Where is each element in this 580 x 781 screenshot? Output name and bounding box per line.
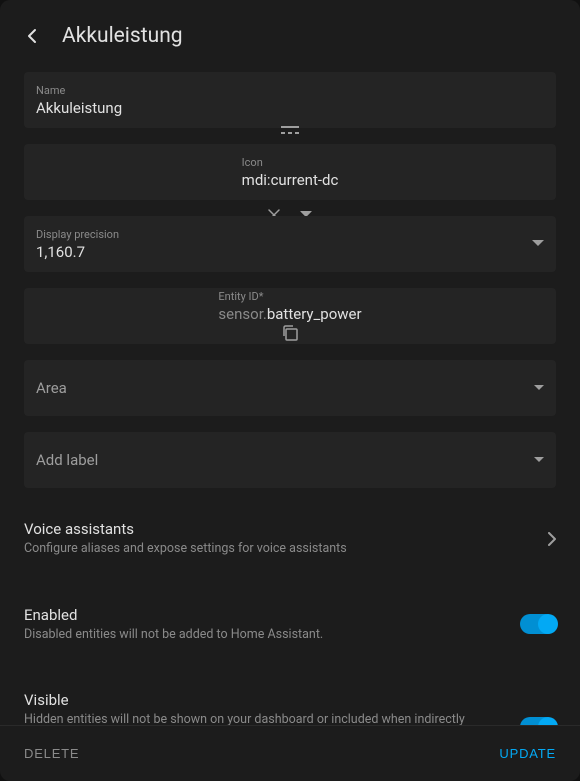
caret-down-icon	[532, 240, 544, 248]
entity-id-body: Entity ID* sensor.battery_power	[218, 290, 361, 323]
chevron-right-icon	[548, 532, 556, 546]
visible-body: Visible Hidden entities will not be show…	[24, 691, 508, 725]
enabled-subtitle: Disabled entities will not be added to H…	[24, 626, 508, 644]
chevron-left-icon	[27, 28, 37, 44]
display-precision-field[interactable]: Display precision 1,160.7	[24, 216, 556, 272]
entity-id-label: Entity ID*	[218, 290, 361, 303]
voice-assistants-row[interactable]: Voice assistants Configure aliases and e…	[24, 504, 556, 574]
toggle-thumb	[538, 717, 558, 725]
dialog-title: Akkuleistung	[62, 24, 183, 48]
back-button[interactable]	[20, 24, 44, 48]
voice-chevron	[548, 532, 556, 546]
delete-button[interactable]: Delete	[24, 746, 79, 761]
visible-title: Visible	[24, 691, 508, 709]
name-value: Akkuleistung	[36, 99, 544, 117]
label-field[interactable]: Add label	[24, 432, 556, 488]
enabled-row: Enabled Disabled entities will not be ad…	[24, 590, 556, 660]
enabled-toggle[interactable]	[520, 614, 556, 634]
icon-body: Icon mdi:current-dc	[242, 156, 339, 189]
dialog-header: Akkuleistung	[0, 0, 580, 72]
area-field[interactable]: Area	[24, 360, 556, 416]
entity-id-prefix: sensor.	[218, 305, 266, 323]
precision-dropdown-button[interactable]	[532, 240, 544, 248]
entity-settings-dialog: Akkuleistung Name Akkuleistung Icon mdi:…	[0, 0, 580, 781]
visible-row: Visible Hidden entities will not be show…	[24, 675, 556, 725]
update-button[interactable]: Update	[499, 746, 556, 761]
toggle-thumb	[538, 614, 558, 634]
voice-title: Voice assistants	[24, 520, 536, 538]
entity-id-value: sensor.battery_power	[218, 305, 361, 323]
icon-value: mdi:current-dc	[242, 171, 339, 189]
entity-id-text: battery_power	[267, 305, 362, 323]
display-precision-label: Display precision	[36, 228, 544, 241]
dialog-content: Name Akkuleistung Icon mdi:current-dc	[0, 72, 580, 725]
visible-toggle[interactable]	[520, 717, 556, 725]
caret-down-icon	[534, 385, 544, 391]
voice-body: Voice assistants Configure aliases and e…	[24, 520, 536, 558]
label-dropdown-button[interactable]	[534, 457, 544, 463]
copy-icon	[280, 323, 300, 343]
display-precision-value: 1,160.7	[36, 243, 544, 261]
icon-label: Icon	[242, 156, 339, 169]
enabled-title: Enabled	[24, 606, 508, 624]
dialog-footer: Delete Update	[0, 725, 580, 781]
entity-id-field[interactable]: Entity ID* sensor.battery_power	[24, 288, 556, 344]
area-dropdown-button[interactable]	[534, 385, 544, 391]
copy-entity-id-button[interactable]	[278, 323, 302, 343]
area-placeholder: Area	[36, 379, 544, 397]
caret-down-icon	[534, 457, 544, 463]
name-label: Name	[36, 84, 544, 97]
visible-subtitle: Hidden entities will not be shown on you…	[24, 711, 508, 725]
voice-subtitle: Configure aliases and expose settings fo…	[24, 540, 536, 558]
current-dc-icon	[278, 118, 302, 142]
label-placeholder: Add label	[36, 451, 544, 469]
enabled-body: Enabled Disabled entities will not be ad…	[24, 606, 508, 644]
icon-field[interactable]: Icon mdi:current-dc	[24, 144, 556, 200]
